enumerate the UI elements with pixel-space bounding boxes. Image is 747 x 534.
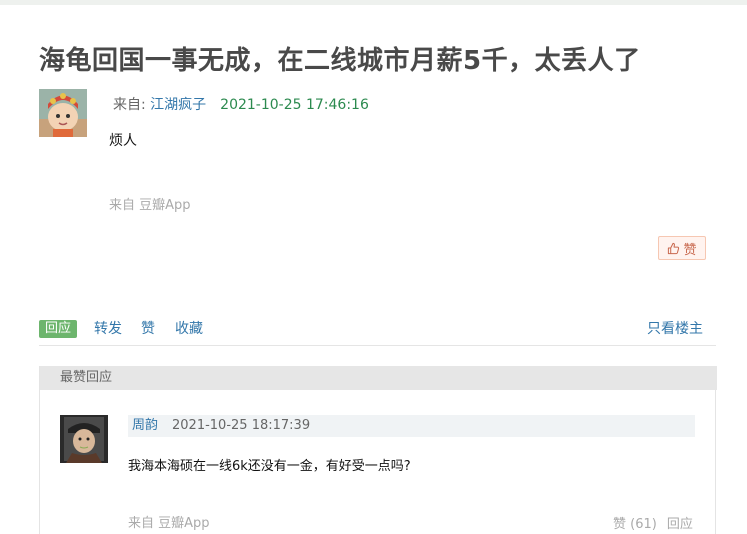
top-bar [0, 0, 747, 5]
reply-source: 来自 豆瓣App [128, 516, 210, 531]
reply-header: 周韵 2021-10-25 18:17:39 [128, 415, 695, 437]
reply-reply-link[interactable]: 回应 [667, 517, 693, 532]
reply-button[interactable]: 回应 [39, 320, 78, 338]
topic-content: 烦人 [109, 133, 137, 149]
page-title: 海龟回国一事无成，在二线城市月薪5千，太丢人了 [39, 46, 641, 76]
divider [39, 345, 716, 346]
thumbs-up-icon [667, 242, 680, 255]
author-link[interactable]: 江湖疯子 [150, 97, 206, 113]
reply-author-link[interactable]: 周韵 [132, 418, 158, 433]
op-only-link[interactable]: 只看楼主 [647, 320, 703, 338]
like-button[interactable]: 赞 [658, 236, 706, 260]
reply-time: 2021-10-25 18:17:39 [172, 418, 311, 433]
topic-source: 来自 豆瓣App [109, 198, 191, 213]
reply-avatar[interactable] [60, 415, 108, 463]
repost-link[interactable]: 转发 [94, 320, 122, 338]
topic-meta: 来自: 江湖疯子 2021-10-25 17:46:16 [113, 94, 369, 114]
reply-content: 我海本海硕在一线6k还没有一金，有好受一点吗? [128, 459, 411, 474]
top-replies-panel: 最赞回应 [39, 366, 717, 534]
topic-actions: 回应 转发 赞 收藏 只看楼主 [39, 318, 703, 340]
like-link[interactable]: 赞 [141, 320, 155, 338]
top-replies-header: 最赞回应 [40, 366, 717, 390]
author-avatar[interactable] [39, 89, 87, 137]
like-button-label: 赞 [683, 242, 697, 258]
reply-like-link[interactable]: 赞 (61) [613, 517, 657, 532]
collect-link[interactable]: 收藏 [175, 320, 203, 338]
post-time: 2021-10-25 17:46:16 [220, 97, 369, 113]
from-label: 来自: [113, 97, 151, 113]
reply-actions: 赞 (61) 回应 [613, 513, 703, 532]
